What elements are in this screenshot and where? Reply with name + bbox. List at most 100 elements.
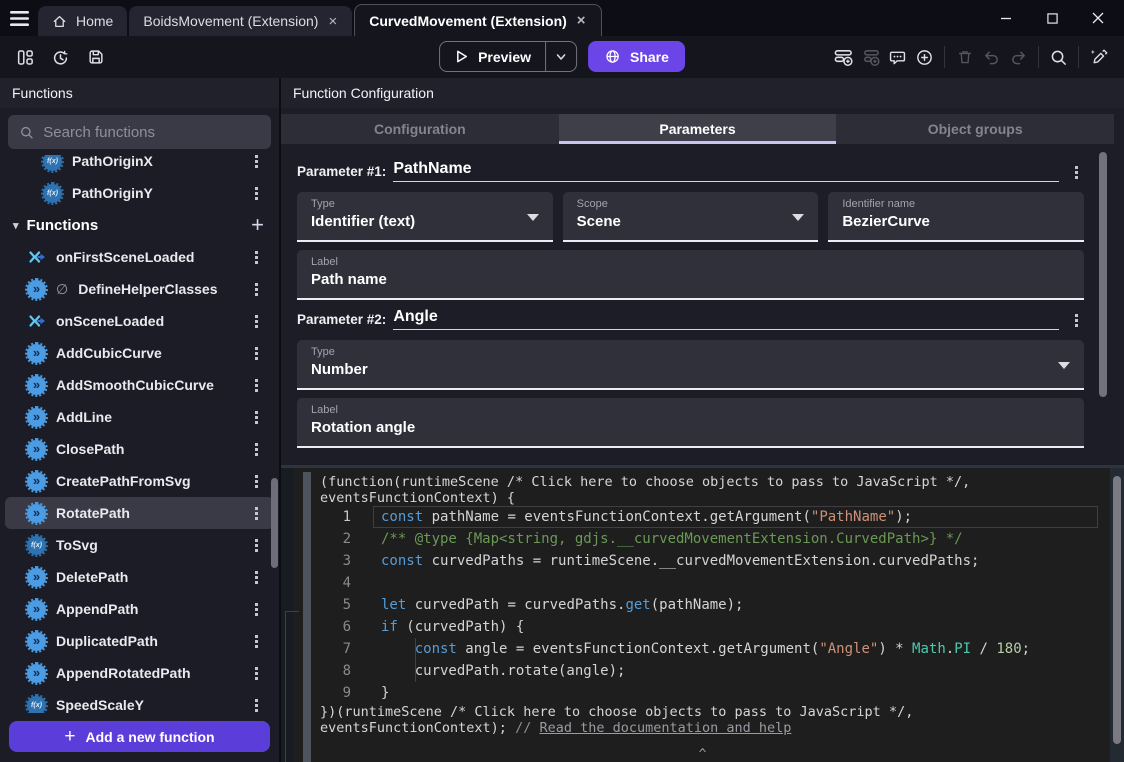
add-circle-button[interactable] [911,44,938,71]
code-wrapper-line[interactable]: eventsFunctionContext) { [317,490,1124,506]
context-menu-button[interactable] [255,480,258,483]
undo-button[interactable] [978,44,1005,71]
code-line-8[interactable]: 8 curvedPath.rotate(angle); [317,660,1124,682]
sidebar-item-tosvg[interactable]: f(x)ToSvg [5,529,274,561]
context-menu-button[interactable] [255,352,258,355]
context-menu-button[interactable] [255,704,258,707]
sidebar-item-appendrotatedpath[interactable]: »AppendRotatedPath [5,657,274,689]
javascript-code-editor[interactable]: (function(runtimeScene /* Click here to … [281,465,1124,762]
select-scope[interactable]: ScopeScene [563,192,819,242]
sidebar-item-pathoriginx[interactable]: f(x)PathOriginX [5,155,274,177]
save-button[interactable] [82,44,109,71]
code-editor-scrollbar[interactable] [1113,476,1121,744]
sidebar-item-addsmoothcubiccurve[interactable]: »AddSmoothCubicCurve [5,369,274,401]
context-menu-button[interactable] [255,256,258,259]
sidebar-item-closepath[interactable]: »ClosePath [5,433,274,465]
history-button[interactable] [47,44,74,71]
close-window-button[interactable] [1082,4,1114,32]
add-new-function-button[interactable]: + Add a new function [9,721,270,752]
context-menu-button[interactable] [255,672,258,675]
collapse-event-caret[interactable]: ^ [699,747,707,762]
add-function-plus-icon[interactable]: + [251,214,264,236]
sidebar-item-rotatepath[interactable]: »RotatePath [5,497,274,529]
code-line-1[interactable]: 1const pathName = eventsFunctionContext.… [317,506,1124,528]
sidebar-item-appendpath[interactable]: »AppendPath [5,593,274,625]
context-menu-button[interactable] [255,320,258,323]
sidebar-item-addline[interactable]: »AddLine [5,401,274,433]
context-menu-button[interactable] [255,608,258,611]
code-wrapper-line[interactable]: eventsFunctionContext); // Read the docu… [317,720,1124,736]
tab-home[interactable]: Home [38,6,127,36]
parameter-name-input[interactable]: PathName [393,160,1059,182]
read-documentation-link[interactable]: Read the documentation and help [539,720,791,736]
parameters-scrollbar[interactable] [1099,152,1107,397]
tab-parameters[interactable]: Parameters [559,114,837,144]
add-sub-event-button[interactable] [857,44,884,71]
delete-button[interactable] [951,44,978,71]
code-line-5[interactable]: 5let curvedPath = curvedPaths.get(pathNa… [317,594,1124,616]
context-menu-button[interactable] [255,448,258,451]
context-menu-button[interactable] [1075,171,1078,174]
sidebar-item-pathoriginy[interactable]: f(x)PathOriginY [5,177,274,209]
parameter-name-input[interactable]: Angle [393,308,1059,330]
event-drag-handle[interactable] [303,472,311,762]
add-event-button[interactable] [830,44,857,71]
tab-curvedmovement[interactable]: CurvedMovement (Extension) × [354,4,601,36]
minimize-button[interactable] [990,4,1022,32]
share-button[interactable]: Share [588,41,685,72]
close-tab-icon[interactable]: × [576,13,587,28]
sidebar-item-definehelperclasses[interactable]: »∅DefineHelperClasses [5,273,274,305]
context-menu-button[interactable] [255,544,258,547]
project-manager-button[interactable] [12,44,39,71]
context-menu-button[interactable] [255,512,258,515]
code-wrapper-line[interactable]: (function(runtimeScene /* Click here to … [317,474,1124,490]
tab-object-groups[interactable]: Object groups [836,114,1114,144]
tab-configuration[interactable]: Configuration [281,114,559,144]
search-functions-input[interactable] [43,124,260,141]
context-menu-button[interactable] [255,416,258,419]
add-comment-button[interactable] [884,44,911,71]
code-line-9[interactable]: 9} [317,682,1124,704]
select-type[interactable]: TypeNumber [297,340,1084,390]
code-line-3[interactable]: 3const curvedPaths = runtimeScene.__curv… [317,550,1124,572]
context-menu-button[interactable] [255,192,258,195]
sidebar-scrollbar[interactable] [271,478,278,568]
code-wrapper-line[interactable]: })(runtimeScene /* Click here to choose … [317,704,1124,720]
input-label[interactable]: LabelRotation angle [297,398,1084,448]
sidebar-item-speedscaley[interactable]: f(x)SpeedScaleY [5,689,274,713]
context-menu-button[interactable] [255,384,258,387]
redo-button[interactable] [1005,44,1032,71]
code-line-7[interactable]: 7 const angle = eventsFunctionContext.ge… [317,638,1124,660]
sidebar-item-deletepath[interactable]: »DeletePath [5,561,274,593]
functions-section-header[interactable]: ▾Functions+ [5,209,274,241]
preview-button-main[interactable]: Preview [440,42,545,71]
edit-extension-button[interactable] [1085,44,1112,71]
sidebar-item-onfirstsceneloaded[interactable]: onFirstSceneLoaded [5,241,274,273]
context-menu-button[interactable] [1075,319,1078,322]
close-tab-icon[interactable]: × [327,14,338,29]
context-menu-button[interactable] [255,288,258,291]
select-type[interactable]: TypeIdentifier (text) [297,192,553,242]
input-label[interactable]: LabelPath name [297,250,1084,300]
maximize-button[interactable] [1036,4,1068,32]
input-identifier-name[interactable]: Identifier nameBezierCurve [828,192,1084,242]
code-scroll-area[interactable]: (function(runtimeScene /* Click here to … [317,468,1124,762]
context-menu-button[interactable] [255,160,258,163]
code-line-4[interactable]: 4 [317,572,1124,594]
search-button[interactable] [1045,44,1072,71]
code-line-2[interactable]: 2/** @type {Map<string, gdjs.__curvedMov… [317,528,1124,550]
code-line-6[interactable]: 6if (curvedPath) { [317,616,1124,638]
search-box[interactable] [8,115,271,149]
sidebar-item-duplicatedpath[interactable]: »DuplicatedPath [5,625,274,657]
collapse-triangle-icon[interactable]: ▾ [13,219,19,232]
sidebar-item-onsceneloaded[interactable]: onSceneLoaded [5,305,274,337]
hamburger-menu-button[interactable] [0,0,38,36]
context-menu-button[interactable] [255,640,258,643]
context-menu-button[interactable] [255,576,258,579]
sidebar-item-addcubiccurve[interactable]: »AddCubicCurve [5,337,274,369]
preview-button[interactable]: Preview [439,41,577,72]
tab-boidsmovement[interactable]: BoidsMovement (Extension) × [129,6,352,36]
sidebar-item-createpathfromsvg[interactable]: »CreatePathFromSvg [5,465,274,497]
search-icon [1049,48,1068,67]
preview-options-button[interactable] [545,42,576,71]
